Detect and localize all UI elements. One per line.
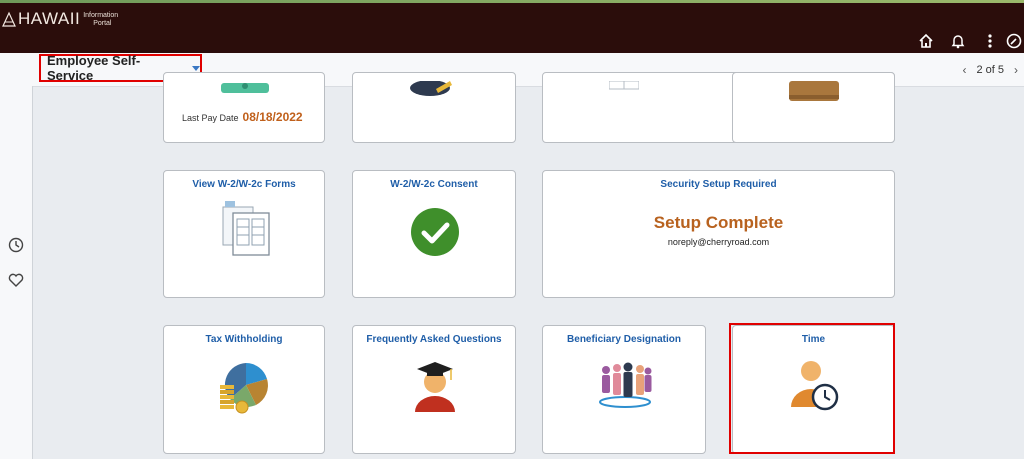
logo-text: HAWAII — [18, 9, 81, 28]
hawaii-logo[interactable]: HAWAII Information Portal — [2, 9, 118, 35]
tile-title: Security Setup Required — [660, 179, 777, 190]
setup-email: noreply@cherryroad.com — [667, 237, 770, 247]
pie-chart-coins-icon — [220, 363, 268, 414]
graduation-pen-icon — [410, 81, 452, 96]
bell-icon[interactable] — [942, 29, 974, 53]
chevron-right-icon[interactable]: › — [1014, 63, 1018, 77]
logo-subtitle-line2: Portal — [93, 20, 112, 27]
logo-mark-icon — [2, 11, 16, 27]
tile-title: View W-2/W-2c Forms — [192, 179, 296, 190]
document-icon — [609, 81, 639, 90]
tile-view-w2-forms[interactable]: View W-2/W-2c Forms — [163, 170, 325, 298]
time-tile-highlight — [729, 323, 895, 454]
chevron-left-icon[interactable]: ‹ — [962, 63, 966, 77]
setup-status: Setup Complete — [653, 213, 784, 232]
tile-security-setup[interactable]: Security Setup Required Setup Complete n… — [542, 170, 895, 298]
checkmark-icon — [411, 208, 459, 256]
favorites-heart-icon[interactable] — [7, 271, 25, 289]
tile-title: Frequently Asked Questions — [366, 334, 502, 345]
tile-tax-withholding[interactable]: Tax Withholding — [163, 325, 325, 454]
left-rail — [0, 86, 33, 459]
graduate-icon — [415, 362, 455, 412]
more-vert-icon[interactable] — [974, 29, 1006, 53]
wallet-icon — [789, 81, 839, 101]
home-icon[interactable] — [910, 29, 942, 53]
tile-title: Tax Withholding — [205, 334, 283, 345]
tile-row1-4[interactable] — [732, 72, 895, 143]
caret-down-icon — [192, 65, 200, 71]
tile-beneficiary[interactable]: Beneficiary Designation — [542, 325, 706, 454]
navbar-compass-icon[interactable] — [1006, 29, 1024, 53]
tile-row1-2[interactable] — [352, 72, 516, 143]
recent-history-icon[interactable] — [7, 236, 25, 254]
people-group-icon — [599, 362, 652, 408]
paycheck-icon — [221, 83, 269, 93]
tile-faq[interactable]: Frequently Asked Questions — [352, 325, 516, 454]
tile-paycheck[interactable]: Last Pay Date 08/18/2022 — [163, 72, 325, 143]
w2-forms-icon — [222, 201, 270, 256]
tile-title: Beneficiary Designation — [567, 334, 681, 345]
tile-w2-consent[interactable]: W-2/W-2c Consent — [352, 170, 516, 298]
last-pay-date-label: Last Pay Date — [182, 113, 239, 123]
logo-subtitle: Information Portal — [83, 12, 118, 28]
pager-text: 2 of 5 — [976, 64, 1004, 76]
last-pay-date: Last Pay Date 08/18/2022 — [182, 110, 303, 124]
header-bar: HAWAII Information Portal — [0, 3, 1024, 53]
last-pay-date-value: 08/18/2022 — [242, 110, 303, 124]
page-pager: ‹ 2 of 5 › — [962, 63, 1018, 77]
tile-title: W-2/W-2c Consent — [390, 179, 478, 190]
logo-subtitle-line1: Information — [83, 12, 119, 19]
header-actions — [910, 29, 1024, 53]
